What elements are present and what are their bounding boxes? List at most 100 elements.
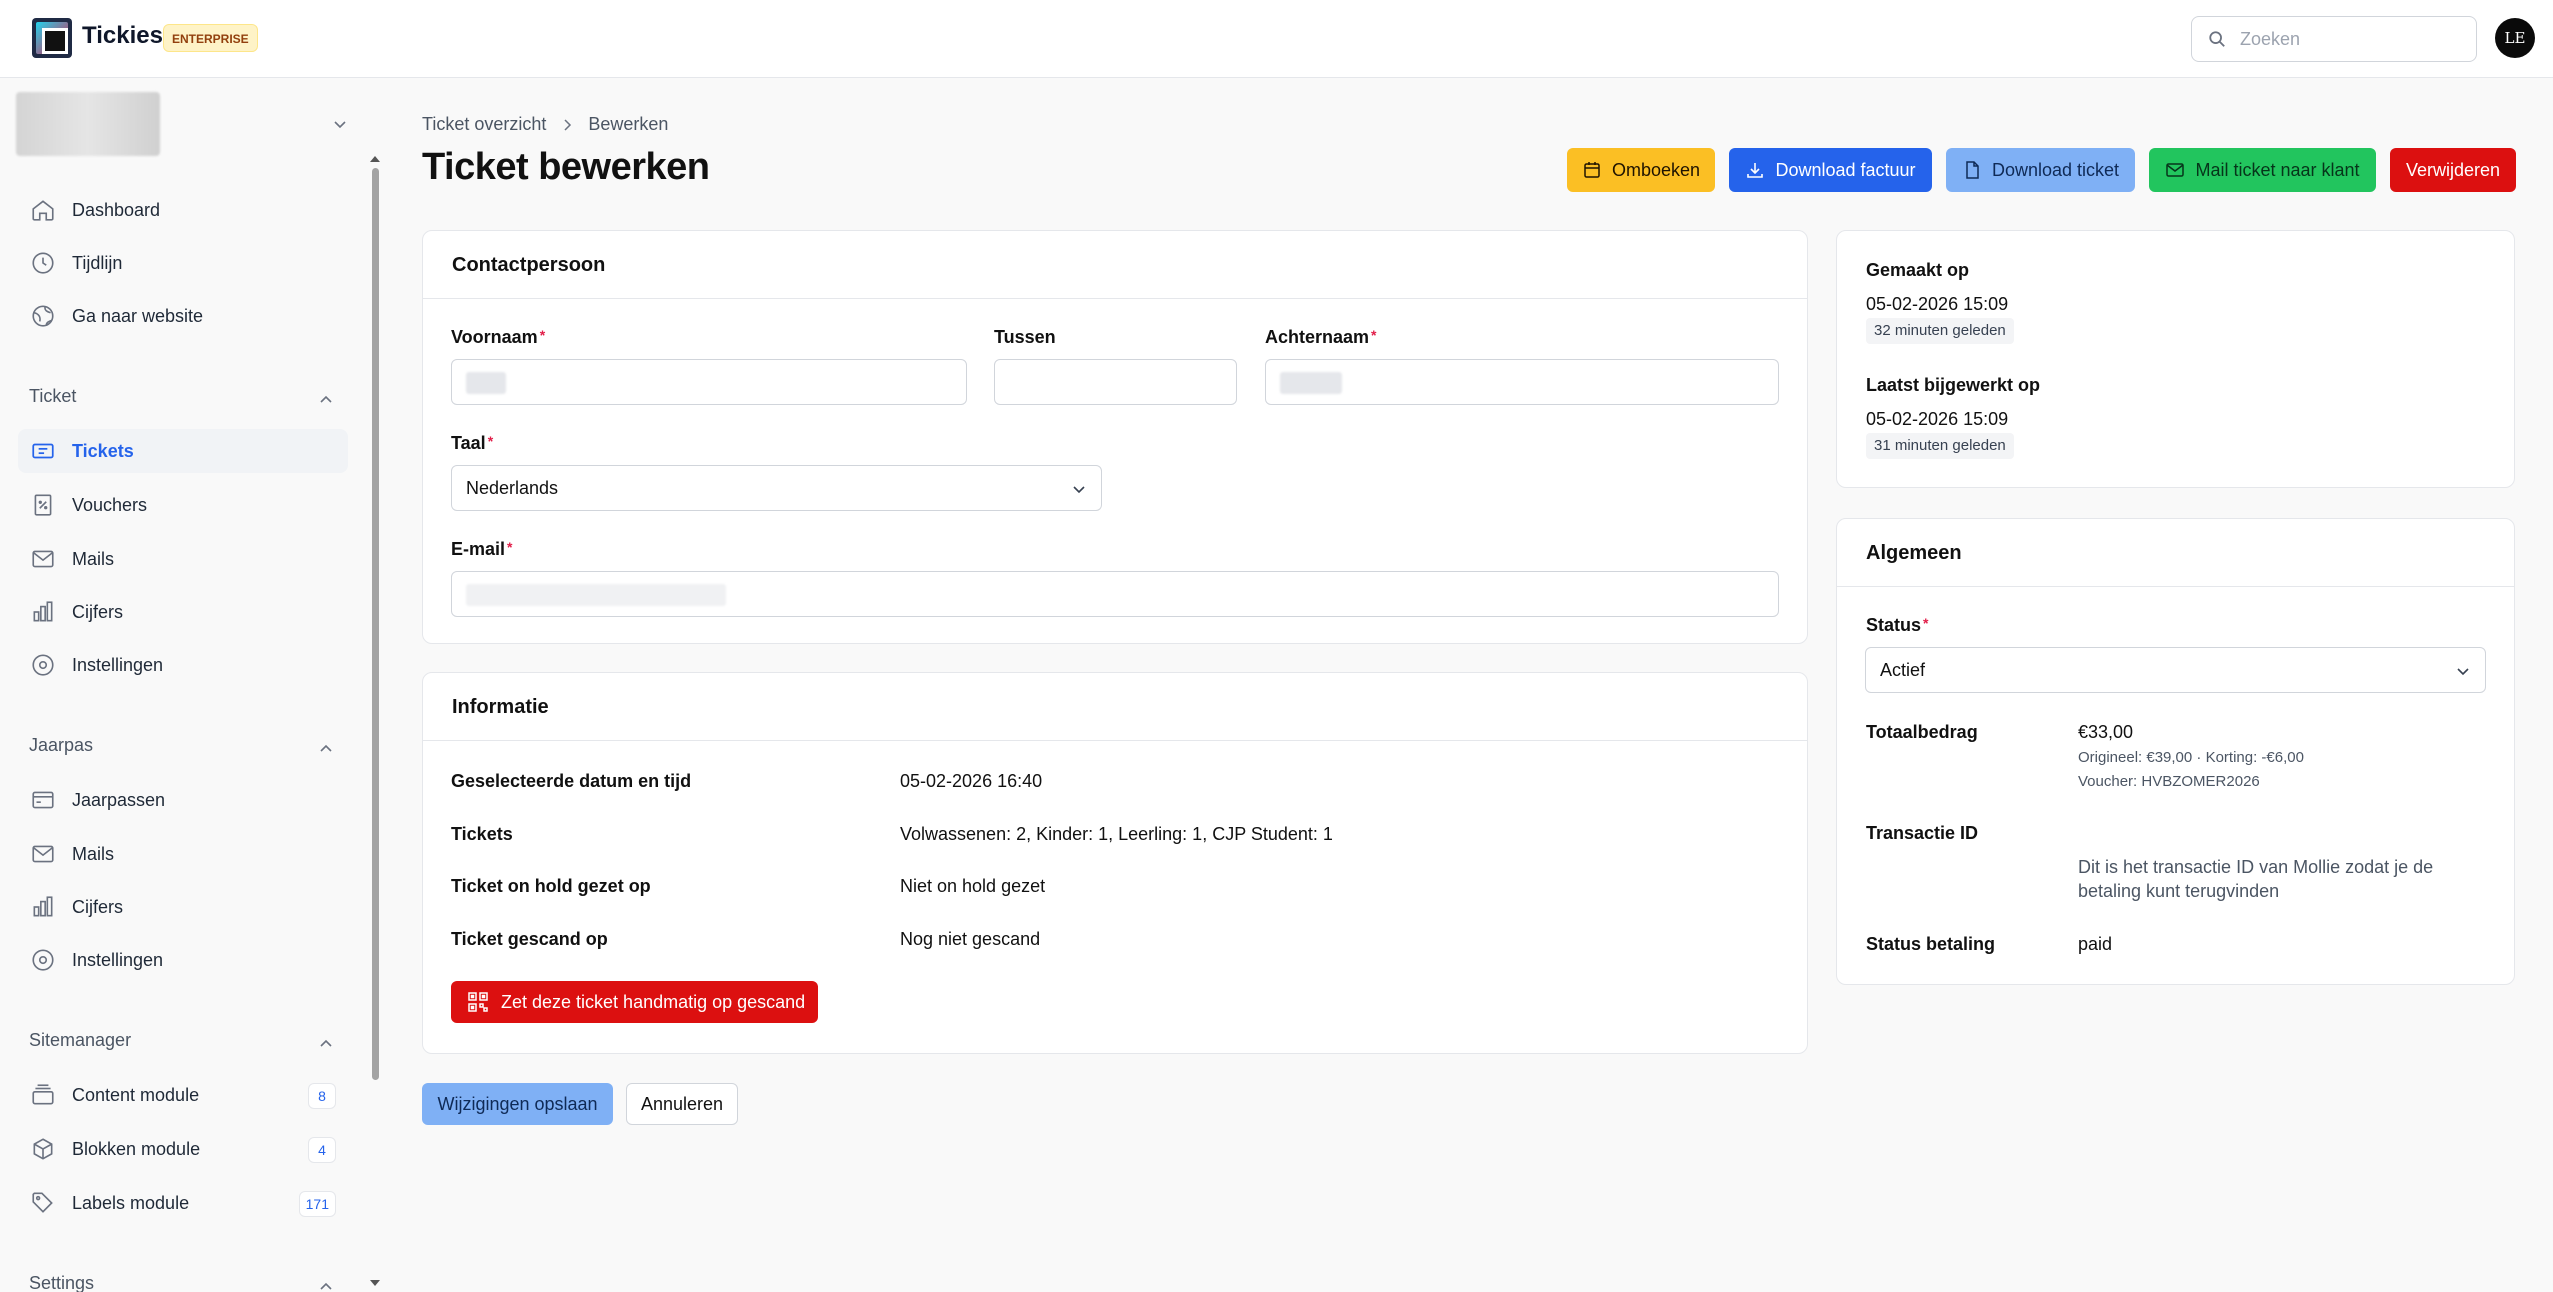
created-label: Gemaakt op — [1866, 260, 1970, 280]
section-header-settings[interactable]: Settings — [29, 1273, 334, 1292]
achternaam-label: Achternaam * — [1265, 327, 1377, 347]
info-value: Niet on hold gezet — [900, 876, 1046, 896]
taal-label: Taal * — [451, 433, 494, 453]
sidebar-item-website[interactable]: Ga naar website — [18, 294, 348, 338]
tussen-label: Tussen — [994, 327, 1056, 347]
voucher-detail: Voucher: HVBZOMER2026 — [2078, 773, 2260, 790]
section-title: Settings — [29, 1273, 95, 1292]
save-button[interactable]: Wijzigingen opslaan — [422, 1083, 613, 1125]
sidebar-item-label: Ga naar website — [72, 305, 204, 326]
settings-icon — [32, 654, 54, 676]
blurred-value — [466, 584, 726, 606]
transaction-help: Dit is het transactie ID van Mollie zoda… — [2078, 857, 2434, 901]
section-title: Jaarpas — [29, 735, 94, 755]
chevron-up-icon — [320, 395, 332, 403]
layers-icon — [32, 1084, 54, 1105]
calendar-icon — [1584, 162, 1600, 178]
email-label: E-mail * — [451, 539, 513, 559]
sidebar-item-label: Labels module — [72, 1192, 190, 1213]
sidebar-item-jaarpassen[interactable]: Jaarpassen — [18, 778, 348, 822]
count-badge: 8 — [308, 1083, 336, 1109]
download-ticket-button[interactable]: Download ticket — [1946, 148, 2135, 192]
sidebar-item-blokken-module[interactable]: Blokken module 4 — [18, 1127, 348, 1171]
mail-icon — [2166, 163, 2185, 177]
section-header-sitemanager[interactable]: Sitemanager — [29, 1030, 334, 1060]
button-label: Download factuur — [1775, 159, 1916, 180]
button-label: Verwijderen — [2405, 159, 2501, 180]
achternaam-field[interactable] — [1265, 359, 1779, 405]
chevron-down-icon — [1073, 486, 1085, 494]
cancel-button[interactable]: Annuleren — [626, 1083, 738, 1125]
info-label: Geselecteerde datum en tijd — [451, 771, 692, 791]
card-icon — [32, 791, 54, 809]
sidebar-item-label: Instellingen — [72, 949, 164, 970]
voornaam-field[interactable] — [451, 359, 967, 405]
box-icon — [33, 1138, 53, 1160]
sidebar-item-ticket-mails[interactable]: Mails — [18, 537, 348, 581]
sidebar-item-label: Content module — [72, 1084, 200, 1105]
breadcrumb: Ticket overzicht Bewerken — [422, 114, 668, 135]
sidebar-item-label: Mails — [72, 548, 115, 569]
sidebar-scrollbar[interactable] — [372, 168, 379, 1080]
section-header-jaarpas[interactable]: Jaarpas — [29, 735, 334, 765]
download-icon — [1747, 163, 1764, 178]
breadcrumb-current: Bewerken — [588, 114, 669, 134]
status-label: Status * — [1866, 615, 1929, 635]
sidebar-item-label: Blokken module — [72, 1138, 201, 1159]
mail-icon — [32, 845, 54, 863]
tickies-logo[interactable] — [32, 18, 72, 58]
bar-chart-icon — [33, 896, 53, 917]
search-box[interactable] — [2191, 16, 2477, 62]
info-value: Volwassenen: 2, Kinder: 1, Leerling: 1, … — [900, 824, 1333, 844]
tussen-field[interactable] — [994, 359, 1237, 405]
mail-ticket-button[interactable]: Mail ticket naar klant — [2149, 148, 2376, 192]
clock-icon — [32, 252, 54, 274]
edition-badge: ENTERPRISE — [163, 24, 258, 52]
sidebar-item-label: Dashboard — [72, 199, 161, 220]
chevron-up-icon — [320, 744, 332, 752]
organization-logo-blurred — [16, 92, 160, 156]
sidebar-item-label: Tijdlijn — [72, 252, 123, 273]
sidebar-item-label: Jaarpassen — [72, 789, 166, 810]
sidebar-item-ticket-instellingen[interactable]: Instellingen — [18, 643, 348, 687]
organization-selector[interactable] — [16, 92, 356, 156]
scroll-up-arrow[interactable] — [370, 156, 380, 162]
search-input[interactable] — [2240, 25, 2460, 53]
page-title: Ticket bewerken — [422, 146, 710, 188]
chevron-down-icon — [334, 121, 346, 129]
sidebar-item-vouchers[interactable]: Vouchers — [18, 483, 348, 527]
email-field[interactable] — [451, 571, 1779, 617]
transaction-label: Transactie ID — [1866, 823, 1979, 843]
sidebar-item-label: Tickets — [72, 440, 134, 461]
card-title: Informatie — [423, 673, 1807, 741]
delete-button[interactable]: Verwijderen — [2390, 148, 2516, 192]
omboeken-button[interactable]: Omboeken — [1567, 148, 1715, 192]
sidebar-item-content-module[interactable]: Content module 8 — [18, 1073, 348, 1117]
sidebar-item-dashboard[interactable]: Dashboard — [18, 188, 348, 232]
sidebar-item-labels-module[interactable]: Labels module 171 — [18, 1181, 348, 1225]
top-bar: Tickies ENTERPRISE LE — [0, 0, 2553, 78]
user-avatar[interactable]: LE — [2495, 18, 2535, 58]
taal-select[interactable]: Nederlands — [451, 465, 1102, 511]
blurred-value — [466, 372, 506, 394]
chevron-down-icon — [2457, 668, 2469, 676]
sidebar-item-ticket-cijfers[interactable]: Cijfers — [18, 590, 348, 634]
download-invoice-button[interactable]: Download factuur — [1729, 148, 1932, 192]
scroll-down-arrow[interactable] — [370, 1280, 380, 1286]
status-select[interactable]: Actief — [1865, 647, 2486, 693]
section-header-ticket[interactable]: Ticket — [29, 386, 334, 416]
section-title: Sitemanager — [29, 1030, 132, 1050]
blurred-value — [1280, 372, 1342, 394]
sidebar-item-tickets[interactable]: Tickets — [18, 429, 348, 473]
ticket-icon — [32, 443, 54, 459]
search-icon — [2209, 31, 2225, 47]
sidebar-item-jaarpas-mails[interactable]: Mails — [18, 832, 348, 876]
sidebar-item-tijdlijn[interactable]: Tijdlijn — [18, 241, 348, 285]
tag-icon — [32, 1192, 53, 1213]
status-value: Actief — [1880, 660, 1926, 680]
mark-scanned-button[interactable]: Zet deze ticket handmatig op gescand — [451, 981, 818, 1023]
sidebar-item-jaarpas-instellingen[interactable]: Instellingen — [18, 938, 348, 982]
sidebar-item-jaarpas-cijfers[interactable]: Cijfers — [18, 885, 348, 929]
breadcrumb-link[interactable]: Ticket overzicht — [422, 114, 546, 135]
document-icon — [1966, 161, 1979, 179]
